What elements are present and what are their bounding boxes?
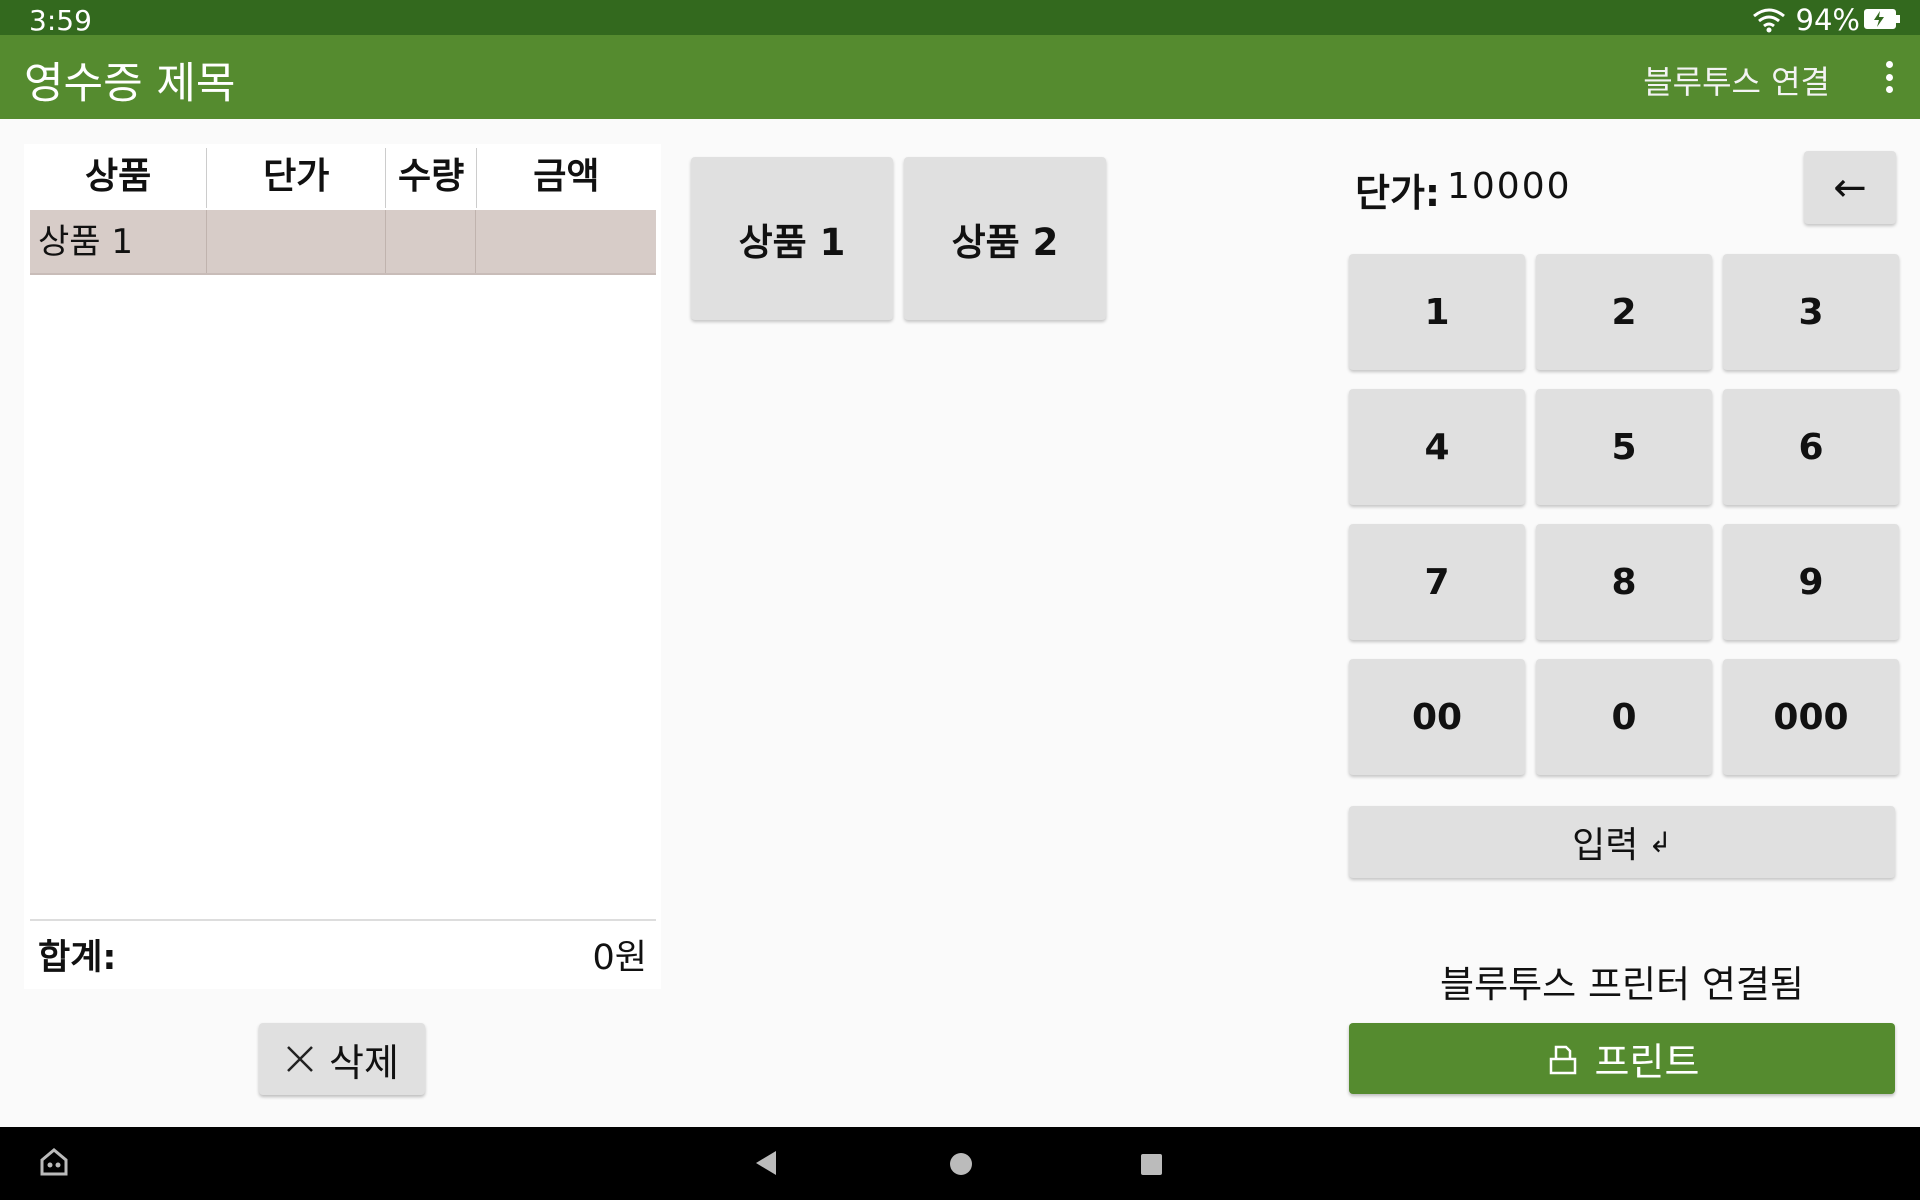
total-divider (30, 919, 656, 921)
nav-home-icon[interactable] (950, 1153, 972, 1175)
table-row[interactable]: 상품 1 (30, 210, 656, 275)
enter-icon: ↲ (1648, 825, 1672, 859)
key-8[interactable]: 8 (1536, 524, 1712, 640)
header-qty: 수량 (386, 148, 477, 208)
key-7[interactable]: 7 (1349, 524, 1525, 640)
app-bar: 영수증 제목 블루투스 연결 (0, 35, 1920, 119)
key-3[interactable]: 3 (1723, 254, 1899, 370)
battery-percent: 94% (1795, 3, 1860, 37)
print-button[interactable]: 프린트 (1349, 1023, 1895, 1094)
receipt-table: 상품 단가 수량 금액 상품 1 합계: 0원 (24, 144, 661, 989)
more-options-icon[interactable] (1884, 61, 1894, 93)
home-app-icon[interactable] (38, 1146, 70, 1178)
battery-icon (1864, 9, 1900, 29)
key-4[interactable]: 4 (1349, 389, 1525, 505)
total-label: 합계: (38, 938, 117, 978)
header-price: 단가 (207, 148, 387, 208)
page-title: 영수증 제목 (24, 59, 236, 109)
wifi-icon (1752, 8, 1785, 33)
status-right: 94% (1752, 3, 1860, 37)
bluetooth-connect-button[interactable]: 블루투스 연결 (1643, 57, 1830, 103)
cell-qty (386, 210, 476, 273)
product-button-1[interactable]: 상품 1 (691, 157, 893, 320)
price-label: 단가: (1355, 171, 1441, 215)
nav-back-icon[interactable] (756, 1151, 776, 1175)
product-button-2[interactable]: 상품 2 (904, 157, 1106, 320)
enter-label: 입력 (1572, 825, 1639, 866)
delete-button[interactable]: 삭제 (259, 1023, 425, 1095)
cell-price (207, 210, 386, 273)
nav-recents-icon[interactable] (1141, 1154, 1162, 1175)
key-00[interactable]: 00 (1349, 659, 1525, 775)
print-icon (1549, 1045, 1576, 1074)
key-6[interactable]: 6 (1723, 389, 1899, 505)
table-header: 상품 단가 수량 금액 (30, 148, 656, 208)
enter-button[interactable]: 입력 ↲ (1349, 806, 1895, 878)
cell-amount (476, 210, 656, 273)
backspace-button[interactable]: ← (1804, 151, 1896, 224)
key-5[interactable]: 5 (1536, 389, 1712, 505)
printer-status: 블루투스 프린터 연결됨 (1440, 963, 1804, 1006)
key-000[interactable]: 000 (1723, 659, 1899, 775)
key-0[interactable]: 0 (1536, 659, 1712, 775)
status-bar: 3:59 94% (0, 0, 1920, 37)
key-9[interactable]: 9 (1723, 524, 1899, 640)
header-amount: 금액 (533, 156, 600, 197)
cell-product: 상품 1 (30, 210, 207, 273)
header-product: 상품 (30, 148, 208, 208)
delete-label: 삭제 (329, 1040, 399, 1085)
status-time: 3:59 (29, 4, 92, 37)
navigation-bar (0, 1127, 1920, 1200)
print-label: 프린트 (1594, 1040, 1700, 1084)
key-1[interactable]: 1 (1349, 254, 1525, 370)
price-value: 10000 (1447, 166, 1572, 207)
close-icon (287, 1046, 313, 1072)
key-2[interactable]: 2 (1536, 254, 1712, 370)
total-value: 0원 (592, 938, 647, 978)
